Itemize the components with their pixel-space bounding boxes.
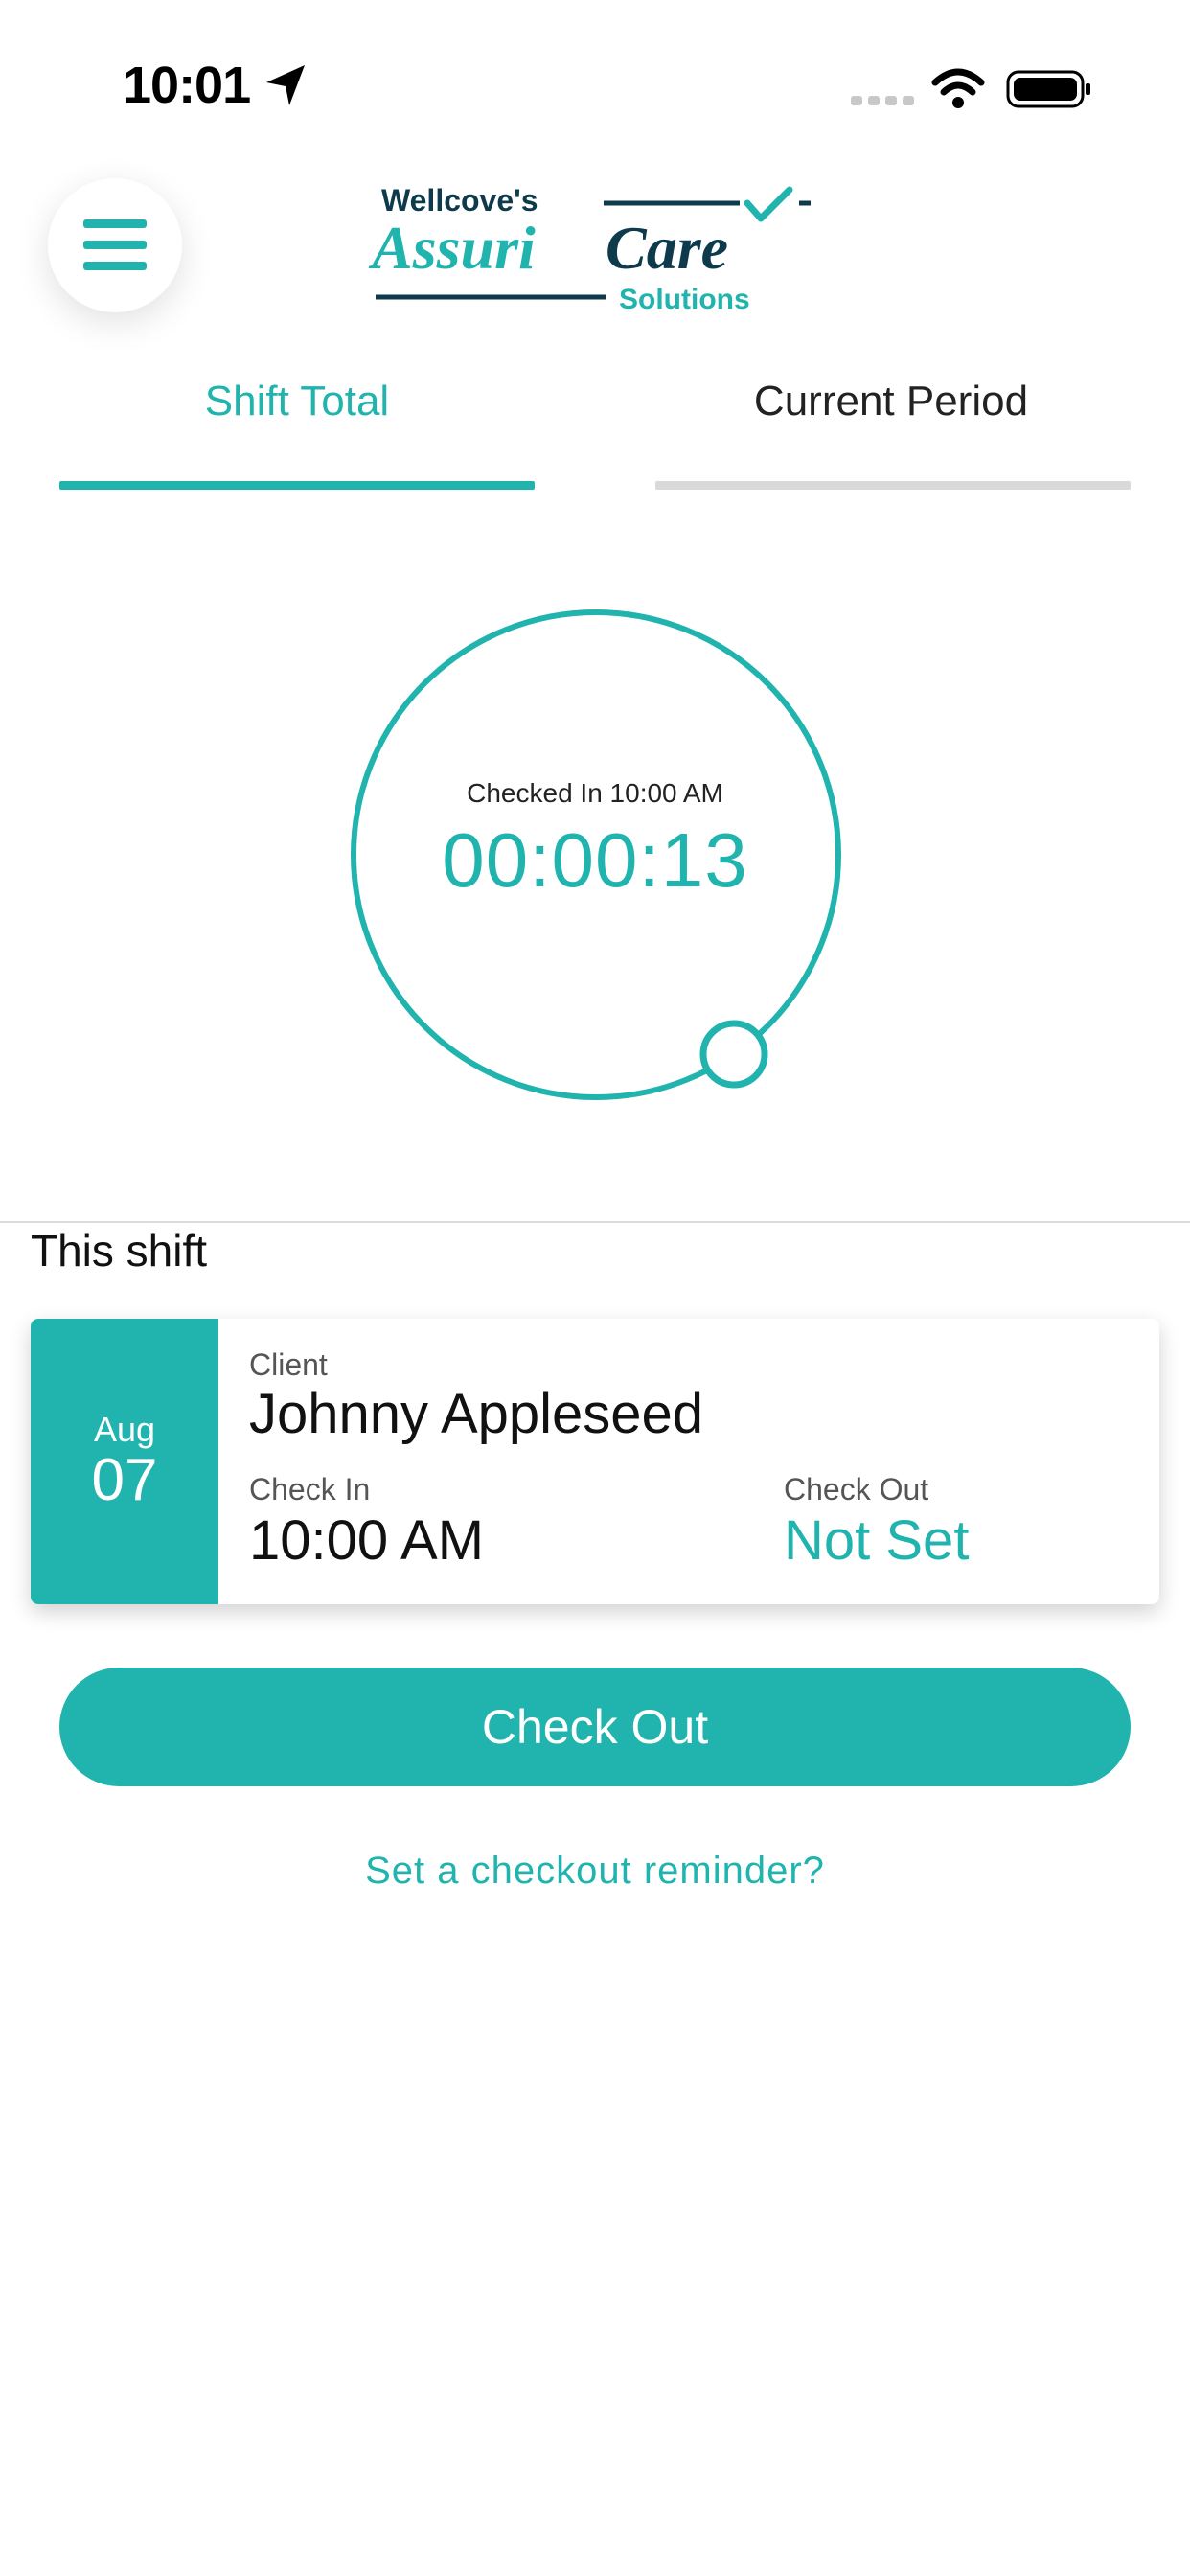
section-divider <box>0 1221 1190 1223</box>
date-badge: Aug 07 <box>31 1319 218 1604</box>
date-day: 07 <box>91 1447 158 1513</box>
tab-shift-total[interactable]: Shift Total <box>57 378 537 426</box>
status-time: 10:01 <box>123 57 251 114</box>
shift-card[interactable]: Aug 07 Client Johnny Appleseed Check In … <box>31 1319 1159 1604</box>
wifi-icon <box>931 68 985 108</box>
cell-signal-icon <box>851 96 914 105</box>
menu-button[interactable] <box>48 178 182 312</box>
hamburger-menu-icon <box>83 219 147 270</box>
date-month: Aug <box>93 1410 156 1449</box>
svg-text:Assuri: Assuri <box>368 214 536 282</box>
section-title: This shift <box>31 1226 208 1276</box>
app-logo: Wellcove's Assuri Care Solutions <box>368 183 811 315</box>
svg-text:Solutions: Solutions <box>619 284 750 315</box>
check-out-button[interactable]: Check Out <box>59 1668 1131 1786</box>
checked-in-label: Checked In 10:00 AM <box>467 778 723 808</box>
timer-progress-knob <box>699 1020 768 1089</box>
svg-text:Wellcove's: Wellcove's <box>381 183 538 218</box>
svg-text:Care: Care <box>606 214 728 282</box>
checkout-reminder-link[interactable]: Set a checkout reminder? <box>0 1850 1190 1893</box>
tab-indicator-inactive <box>655 481 1131 490</box>
tab-current-period[interactable]: Current Period <box>652 378 1131 426</box>
location-arrow-icon <box>266 65 305 105</box>
check-out-label: Check Out <box>784 1472 929 1506</box>
client-name: Johnny Appleseed <box>249 1383 704 1445</box>
check-out-value: Not Set <box>784 1509 970 1572</box>
client-label: Client <box>249 1347 328 1382</box>
battery-icon <box>1006 70 1090 108</box>
check-in-value: 10:00 AM <box>249 1509 485 1572</box>
elapsed-timer: 00:00:13 <box>442 817 748 903</box>
check-in-label: Check In <box>249 1472 371 1506</box>
tab-indicator-active <box>59 481 535 490</box>
